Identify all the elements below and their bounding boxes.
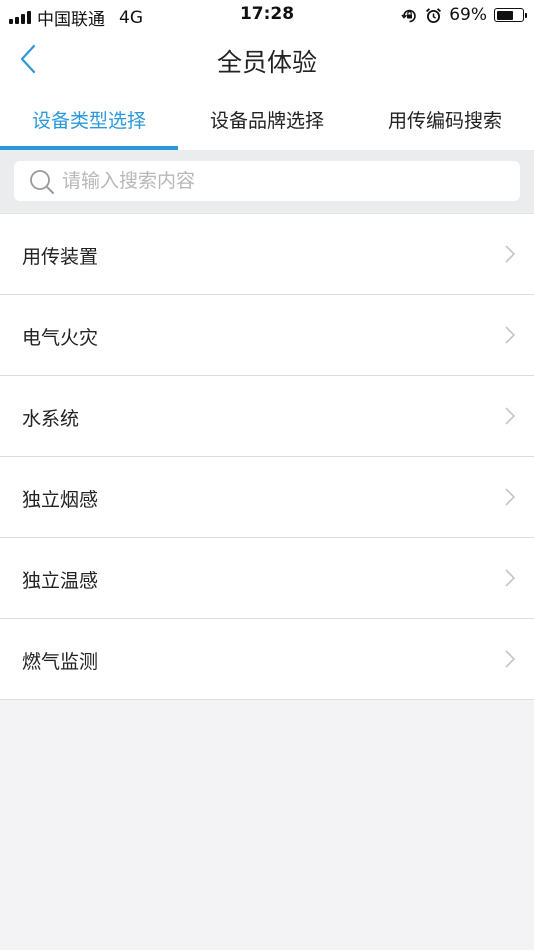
tab-bar: 设备类型选择 设备品牌选择 用传编码搜索 [0, 88, 534, 150]
page-title: 全员体验 [216, 48, 317, 77]
list-item[interactable]: 独立烟感 [0, 457, 534, 538]
rotation-lock-icon [401, 9, 416, 22]
status-bar: 中国联通 4G 17:28 69% [0, 0, 534, 30]
list-item-label: 水系统 [22, 408, 80, 430]
list-item[interactable]: 独立温感 [0, 538, 534, 619]
battery-fill [496, 10, 514, 20]
tab-device-type[interactable]: 设备类型选择 [0, 88, 178, 150]
search-icon [30, 170, 54, 194]
chevron-right-icon [505, 326, 516, 344]
list-item-label: 独立烟感 [22, 489, 99, 511]
list-item-label: 独立温感 [22, 570, 99, 592]
tab-label: 设备品牌选择 [209, 109, 324, 132]
chevron-right-icon [505, 407, 516, 425]
tab-label: 设备类型选择 [31, 109, 146, 132]
list-item[interactable]: 水系统 [0, 376, 534, 457]
chevron-right-icon [505, 488, 516, 506]
alarm-icon [426, 7, 442, 23]
search-box[interactable] [14, 161, 520, 201]
battery-icon [494, 8, 527, 22]
list-item[interactable]: 燃气监测 [0, 619, 534, 700]
list-item-label: 燃气监测 [22, 651, 99, 673]
search-area [0, 150, 534, 212]
tab-label: 用传编码搜索 [387, 109, 502, 132]
tab-code-search[interactable]: 用传编码搜索 [356, 88, 534, 150]
list-item-label: 用传装置 [22, 246, 99, 268]
status-right: 69% [401, 5, 527, 25]
list-item[interactable]: 电气火灾 [0, 295, 534, 376]
chevron-right-icon [505, 650, 516, 668]
tab-device-brand[interactable]: 设备品牌选择 [178, 88, 356, 150]
navigation-bar: 全员体验 [0, 30, 534, 88]
chevron-right-icon [505, 569, 516, 587]
search-input[interactable] [62, 161, 502, 201]
list-item-label: 电气火灾 [22, 327, 99, 349]
battery-percent: 69% [449, 5, 487, 25]
chevron-right-icon [505, 245, 516, 263]
device-type-list: 用传装置 电气火灾 水系统 独立烟感 独立温感 燃气监测 [0, 213, 534, 700]
list-item[interactable]: 用传装置 [0, 214, 534, 295]
